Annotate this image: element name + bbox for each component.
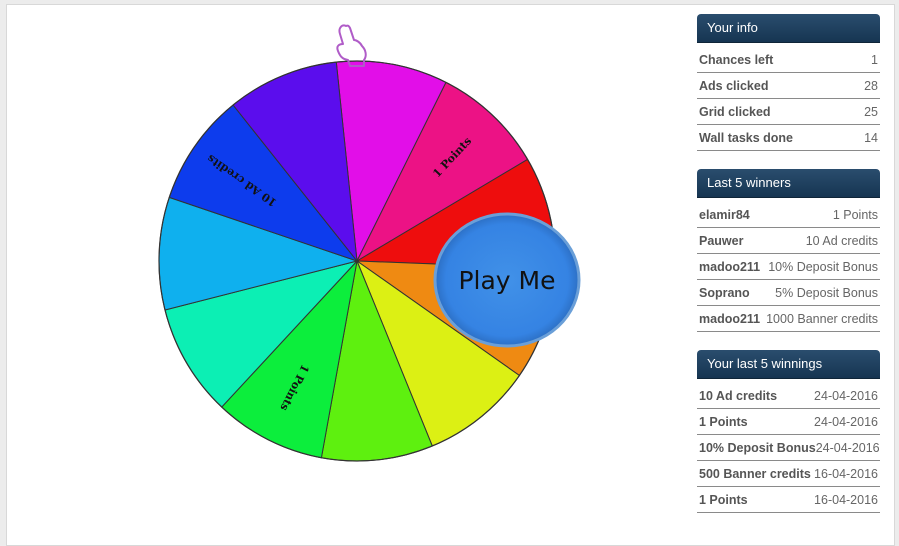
play-button[interactable]: Play Me (433, 212, 581, 348)
winner-prize: 1000 Banner credits (766, 311, 878, 326)
winner-row: madoo211 1000 Banner credits (697, 306, 880, 332)
info-label: Wall tasks done (699, 130, 794, 145)
winner-prize: 10 Ad credits (805, 233, 878, 248)
last-winners-box: Last 5 winners elamir84 1 Points Pauwer 10… (697, 169, 880, 332)
winning-date: 24-04-2016 (814, 414, 878, 429)
your-info-box: Your info Chances left 1 Ads clicked 28 Gr… (697, 14, 880, 151)
winning-row: 10% Deposit Bonus 24-04-2016 (697, 435, 880, 461)
winning-row: 1 Points 24-04-2016 (697, 409, 880, 435)
last-winnings-header: Your last 5 winnings (697, 350, 880, 379)
winner-name: Pauwer (699, 233, 744, 248)
winning-date: 24-04-2016 (814, 388, 878, 403)
winning-date: 24-04-2016 (815, 440, 880, 455)
pointer-hand-icon (336, 24, 367, 67)
winning-date: 16-04-2016 (814, 492, 878, 507)
winner-name: Soprano (699, 285, 750, 300)
winning-row: 1 Points 16-04-2016 (697, 487, 880, 513)
winner-row: Soprano 5% Deposit Bonus (697, 280, 880, 306)
last-winnings-box: Your last 5 winnings 10 Ad credits 24-04-… (697, 350, 880, 513)
winning-prize: 10% Deposit Bonus (699, 440, 816, 455)
winner-prize: 1 Points (832, 207, 878, 222)
winner-prize: 10% Deposit Bonus (768, 259, 878, 274)
winner-row: elamir84 1 Points (697, 202, 880, 228)
winner-prize: 5% Deposit Bonus (775, 285, 878, 300)
winner-name: madoo211 (699, 311, 761, 326)
winning-date: 16-04-2016 (814, 466, 878, 481)
winning-row: 500 Banner credits 16-04-2016 (697, 461, 880, 487)
info-value: 28 (864, 78, 878, 93)
winner-row: Pauwer 10 Ad credits (697, 228, 880, 254)
info-row-ads: Ads clicked 28 (697, 73, 880, 99)
winner-name: elamir84 (699, 207, 750, 222)
your-info-header: Your info (697, 14, 880, 43)
info-row-wall: Wall tasks done 14 (697, 125, 880, 151)
last-winners-header: Last 5 winners (697, 169, 880, 198)
winning-prize: 1 Points (699, 492, 748, 507)
winner-name: madoo211 (699, 259, 761, 274)
play-button-label: Play Me (458, 266, 555, 295)
info-value: 25 (864, 104, 878, 119)
play-button-graphic: Play Me (433, 212, 581, 348)
winning-prize: 1 Points (699, 414, 748, 429)
sidebar: Your info Chances left 1 Ads clicked 28 Gr… (697, 14, 880, 531)
winning-prize: 10 Ad credits (699, 388, 778, 403)
info-label: Grid clicked (699, 104, 771, 119)
info-row-grid: Grid clicked 25 (697, 99, 880, 125)
info-label: Ads clicked (699, 78, 769, 93)
winning-row: 10 Ad credits 24-04-2016 (697, 383, 880, 409)
prize-wheel: 1 Points5% Deposit Bonus1 Points10 Ad cr… (150, 18, 581, 468)
info-value: 14 (864, 130, 878, 145)
info-value: 1 (871, 52, 878, 67)
info-row-chances: Chances left 1 (697, 47, 880, 73)
info-label: Chances left (699, 52, 774, 67)
winner-row: madoo211 10% Deposit Bonus (697, 254, 880, 280)
winning-prize: 500 Banner credits (699, 466, 811, 481)
